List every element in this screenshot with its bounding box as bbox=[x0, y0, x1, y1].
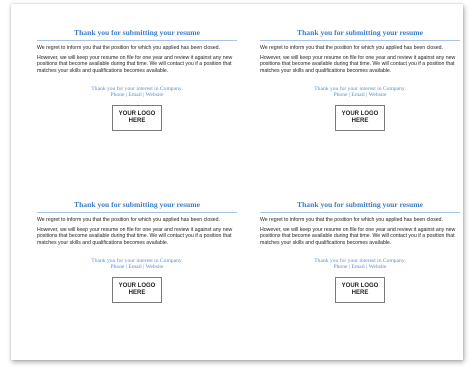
logo-text-line2: HERE bbox=[128, 290, 146, 296]
thanks-message: Thank you for your interest in Company. bbox=[91, 85, 183, 92]
logo-text-line2: HERE bbox=[128, 118, 146, 124]
logo-placeholder: YOUR LOGO HERE bbox=[112, 105, 162, 131]
logo-text-line1: YOUR LOGO bbox=[341, 283, 379, 289]
logo-placeholder: YOUR LOGO HERE bbox=[335, 277, 385, 303]
closed-notice-paragraph: We regret to inform you that the positio… bbox=[37, 45, 221, 51]
file-retention-paragraph: However, we will keep your resume on fil… bbox=[260, 55, 456, 74]
resume-response-card: Thank you for submitting your resume We … bbox=[260, 200, 460, 365]
contact-line: Phone | Email | Website bbox=[110, 264, 164, 271]
contact-line: Phone | Email | Website bbox=[333, 92, 387, 99]
file-retention-paragraph: However, we will keep your resume on fil… bbox=[37, 55, 233, 74]
resume-response-card: Thank you for submitting your resume We … bbox=[37, 28, 237, 193]
logo-text-line1: YOUR LOGO bbox=[341, 111, 379, 117]
card-title: Thank you for submitting your resume bbox=[37, 200, 237, 213]
logo-placeholder: YOUR LOGO HERE bbox=[112, 277, 162, 303]
closed-notice-paragraph: We regret to inform you that the positio… bbox=[260, 217, 444, 223]
card-title: Thank you for submitting your resume bbox=[260, 28, 460, 41]
logo-placeholder: YOUR LOGO HERE bbox=[335, 105, 385, 131]
contact-line: Phone | Email | Website bbox=[110, 92, 164, 99]
file-retention-paragraph: However, we will keep your resume on fil… bbox=[260, 227, 456, 246]
logo-text-line1: YOUR LOGO bbox=[118, 111, 156, 117]
thanks-block: Thank you for your interest in Company. … bbox=[260, 258, 460, 271]
thanks-block: Thank you for your interest in Company. … bbox=[37, 86, 237, 99]
logo-text-line1: YOUR LOGO bbox=[118, 283, 156, 289]
thanks-block: Thank you for your interest in Company. … bbox=[260, 86, 460, 99]
file-retention-paragraph: However, we will keep your resume on fil… bbox=[37, 227, 233, 246]
thanks-block: Thank you for your interest in Company. … bbox=[37, 258, 237, 271]
resume-response-card: Thank you for submitting your resume We … bbox=[37, 200, 237, 365]
logo-text-line2: HERE bbox=[351, 290, 369, 296]
closed-notice-paragraph: We regret to inform you that the positio… bbox=[37, 217, 221, 223]
logo-text-line2: HERE bbox=[351, 118, 369, 124]
thanks-message: Thank you for your interest in Company. bbox=[314, 85, 406, 92]
card-title: Thank you for submitting your resume bbox=[260, 200, 460, 213]
document-page: Thank you for submitting your resume We … bbox=[11, 4, 463, 360]
card-title: Thank you for submitting your resume bbox=[37, 28, 237, 41]
thanks-message: Thank you for your interest in Company. bbox=[91, 257, 183, 264]
closed-notice-paragraph: We regret to inform you that the positio… bbox=[260, 45, 444, 51]
thanks-message: Thank you for your interest in Company. bbox=[314, 257, 406, 264]
contact-line: Phone | Email | Website bbox=[333, 264, 387, 271]
resume-response-card: Thank you for submitting your resume We … bbox=[260, 28, 460, 193]
